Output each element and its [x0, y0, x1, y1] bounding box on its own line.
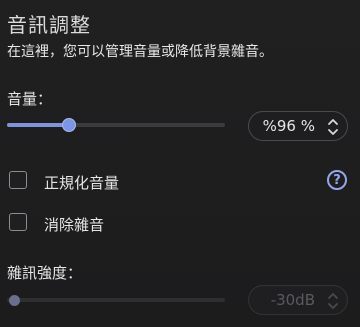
volume-value[interactable]: %96 %: [249, 112, 321, 140]
volume-spinbox[interactable]: %96 %: [248, 111, 348, 141]
question-circle-icon[interactable]: ?: [327, 170, 347, 190]
panel-description: 在這裡，您可以管理音量或降低背景雜音。: [7, 44, 273, 60]
noise-removal-checkbox[interactable]: [9, 213, 27, 231]
noise-strength-slider-track: [7, 298, 225, 302]
noise-strength-label: 雜訊強度：: [7, 264, 83, 282]
volume-slider-fill: [7, 123, 69, 127]
audio-adjust-panel: 音訊調整 在這裡，您可以管理音量或降低背景雜音。 音量： %96 % 正規化音量…: [0, 0, 360, 327]
normalize-label: 正規化音量: [44, 174, 120, 192]
noise-removal-label: 消除雜音: [44, 216, 105, 234]
volume-label: 音量：: [7, 90, 53, 108]
spin-arrows-icon[interactable]: [327, 117, 339, 137]
noise-strength-slider-thumb[interactable]: [9, 295, 20, 306]
panel-title: 音訊調整: [7, 13, 91, 37]
noise-strength-spinbox[interactable]: -30dB: [248, 285, 348, 315]
noise-strength-value[interactable]: -30dB: [249, 286, 321, 314]
volume-slider-thumb[interactable]: [62, 118, 76, 132]
noise-strength-slider[interactable]: [7, 292, 225, 308]
spin-arrows-icon[interactable]: [327, 291, 339, 311]
normalize-checkbox[interactable]: [9, 171, 27, 189]
volume-slider[interactable]: [7, 117, 225, 133]
